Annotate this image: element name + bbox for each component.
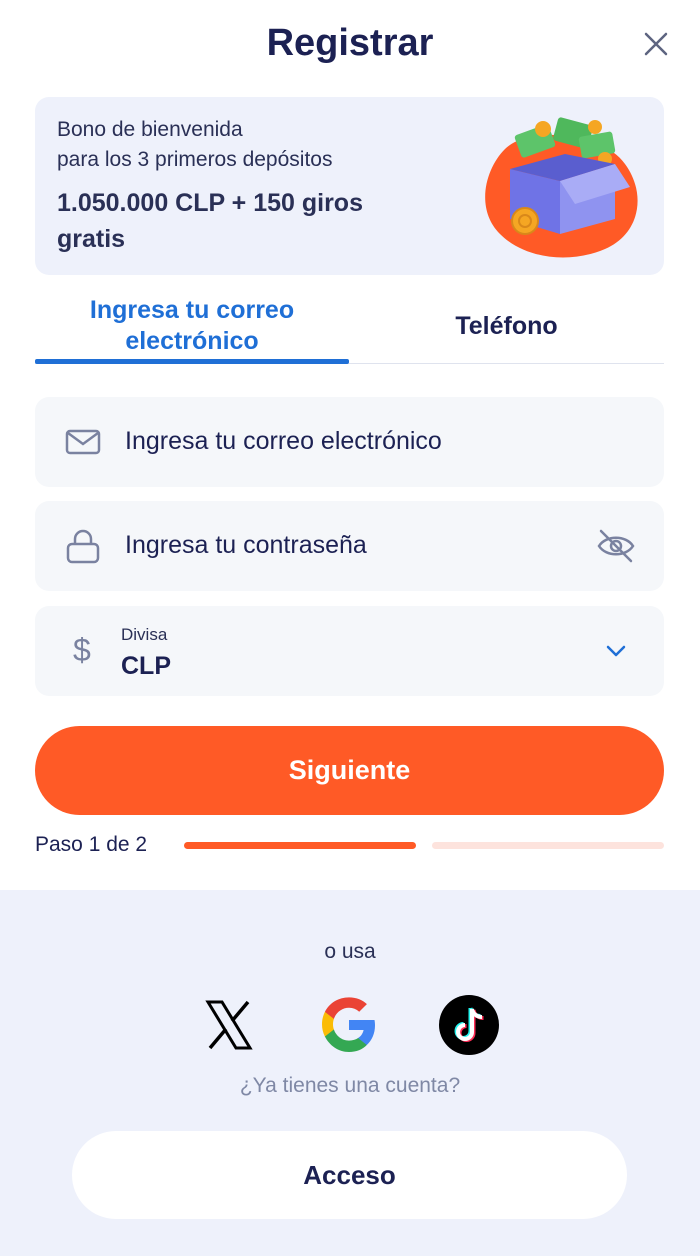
step-progress-remaining	[432, 842, 664, 849]
google-icon[interactable]	[318, 994, 380, 1056]
step-indicator-text: Paso 1 de 2	[35, 833, 148, 856]
have-account-text: ¿Ya tienes una cuenta?	[239, 1074, 461, 1097]
or-use-label: o usa	[324, 940, 376, 963]
bonus-amount: 1.050.000 CLP + 150 giros gratis	[57, 189, 363, 253]
currency-select[interactable]: $ Divisa CLP	[35, 606, 664, 696]
dollar-icon: $	[73, 632, 91, 668]
login-button[interactable]: Acceso	[72, 1131, 627, 1219]
active-tab-indicator	[35, 359, 349, 364]
email-field[interactable]: Ingresa tu correo electrónico	[35, 397, 664, 487]
x-icon[interactable]	[198, 994, 260, 1056]
next-button[interactable]: Siguiente	[35, 726, 664, 815]
register-method-tabs: Ingresa tu correo electrónico Teléfono	[35, 288, 664, 364]
page-title: Registrar	[266, 22, 434, 64]
bonus-title: Bono de bienvenida	[57, 118, 243, 141]
chevron-down-icon	[606, 645, 626, 657]
password-placeholder: Ingresa tu contraseña	[125, 531, 367, 559]
close-icon[interactable]	[642, 30, 670, 58]
footer: o usa ¿Ya tienes una cuenta? Acceso	[0, 890, 700, 1256]
currency-label: Divisa	[121, 625, 168, 644]
bonus-subtitle: para los 3 primeros depósitos	[57, 148, 333, 171]
bonus-card: Bono de bienvenida para los 3 primeros d…	[35, 97, 664, 275]
gift-box-illustration	[485, 117, 638, 258]
tiktok-icon[interactable]	[438, 994, 500, 1056]
mail-icon	[65, 429, 101, 455]
password-field[interactable]: Ingresa tu contraseña	[35, 501, 664, 591]
email-placeholder: Ingresa tu correo electrónico	[125, 427, 442, 455]
eye-off-icon[interactable]	[596, 528, 636, 564]
tab-phone[interactable]: Teléfono	[349, 288, 664, 364]
step-progress-done	[184, 842, 416, 849]
currency-value: CLP	[121, 652, 171, 680]
header: Registrar	[0, 0, 700, 90]
lock-icon	[66, 529, 100, 564]
tab-email[interactable]: Ingresa tu correo electrónico	[35, 288, 349, 364]
